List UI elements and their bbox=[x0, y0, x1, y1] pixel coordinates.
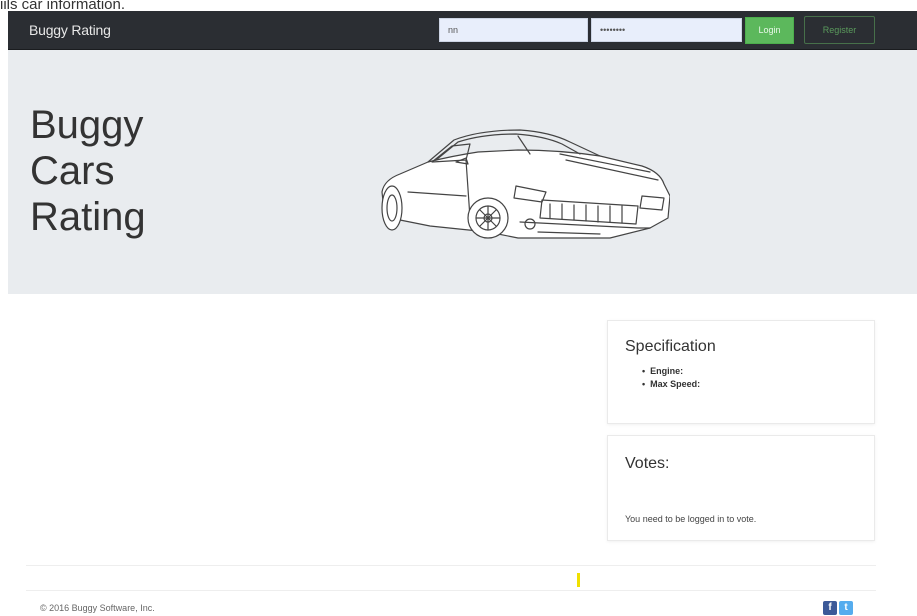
votes-card: Votes: You need to be logged in to vote. bbox=[607, 435, 875, 541]
login-button[interactable]: Login bbox=[745, 17, 794, 44]
hero-banner: Buggy Cars Rating bbox=[8, 50, 917, 294]
register-button[interactable]: Register bbox=[804, 16, 875, 44]
spec-item-engine: Engine: bbox=[642, 365, 700, 378]
car-illustration bbox=[381, 129, 670, 239]
specification-list: Engine: Max Speed: bbox=[642, 365, 700, 391]
password-input[interactable] bbox=[591, 18, 742, 42]
footer-divider-bottom bbox=[26, 590, 876, 591]
spec-item-max-speed: Max Speed: bbox=[642, 378, 700, 391]
yellow-marker bbox=[577, 573, 580, 587]
login-input[interactable] bbox=[439, 18, 588, 42]
footer-divider-top bbox=[26, 565, 876, 566]
navbar: Buggy Rating Login Register bbox=[8, 11, 917, 50]
login-to-vote-message: You need to be logged in to vote. bbox=[625, 514, 757, 524]
brand-link[interactable]: Buggy Rating bbox=[29, 22, 111, 38]
facebook-icon[interactable]: f bbox=[823, 601, 837, 615]
hero-title-line: Rating bbox=[30, 195, 146, 239]
hero-title-line: Cars bbox=[30, 149, 115, 193]
twitter-icon[interactable]: t bbox=[839, 601, 853, 615]
copyright-text: © 2016 Buggy Software, Inc. bbox=[40, 603, 155, 613]
votes-title: Votes: bbox=[625, 455, 670, 472]
specification-title: Specification bbox=[625, 338, 716, 355]
hero-title-line: Buggy bbox=[30, 103, 144, 147]
specification-card: Specification Engine: Max Speed: bbox=[607, 320, 875, 424]
hero-title: Buggy Cars Rating bbox=[30, 102, 146, 240]
